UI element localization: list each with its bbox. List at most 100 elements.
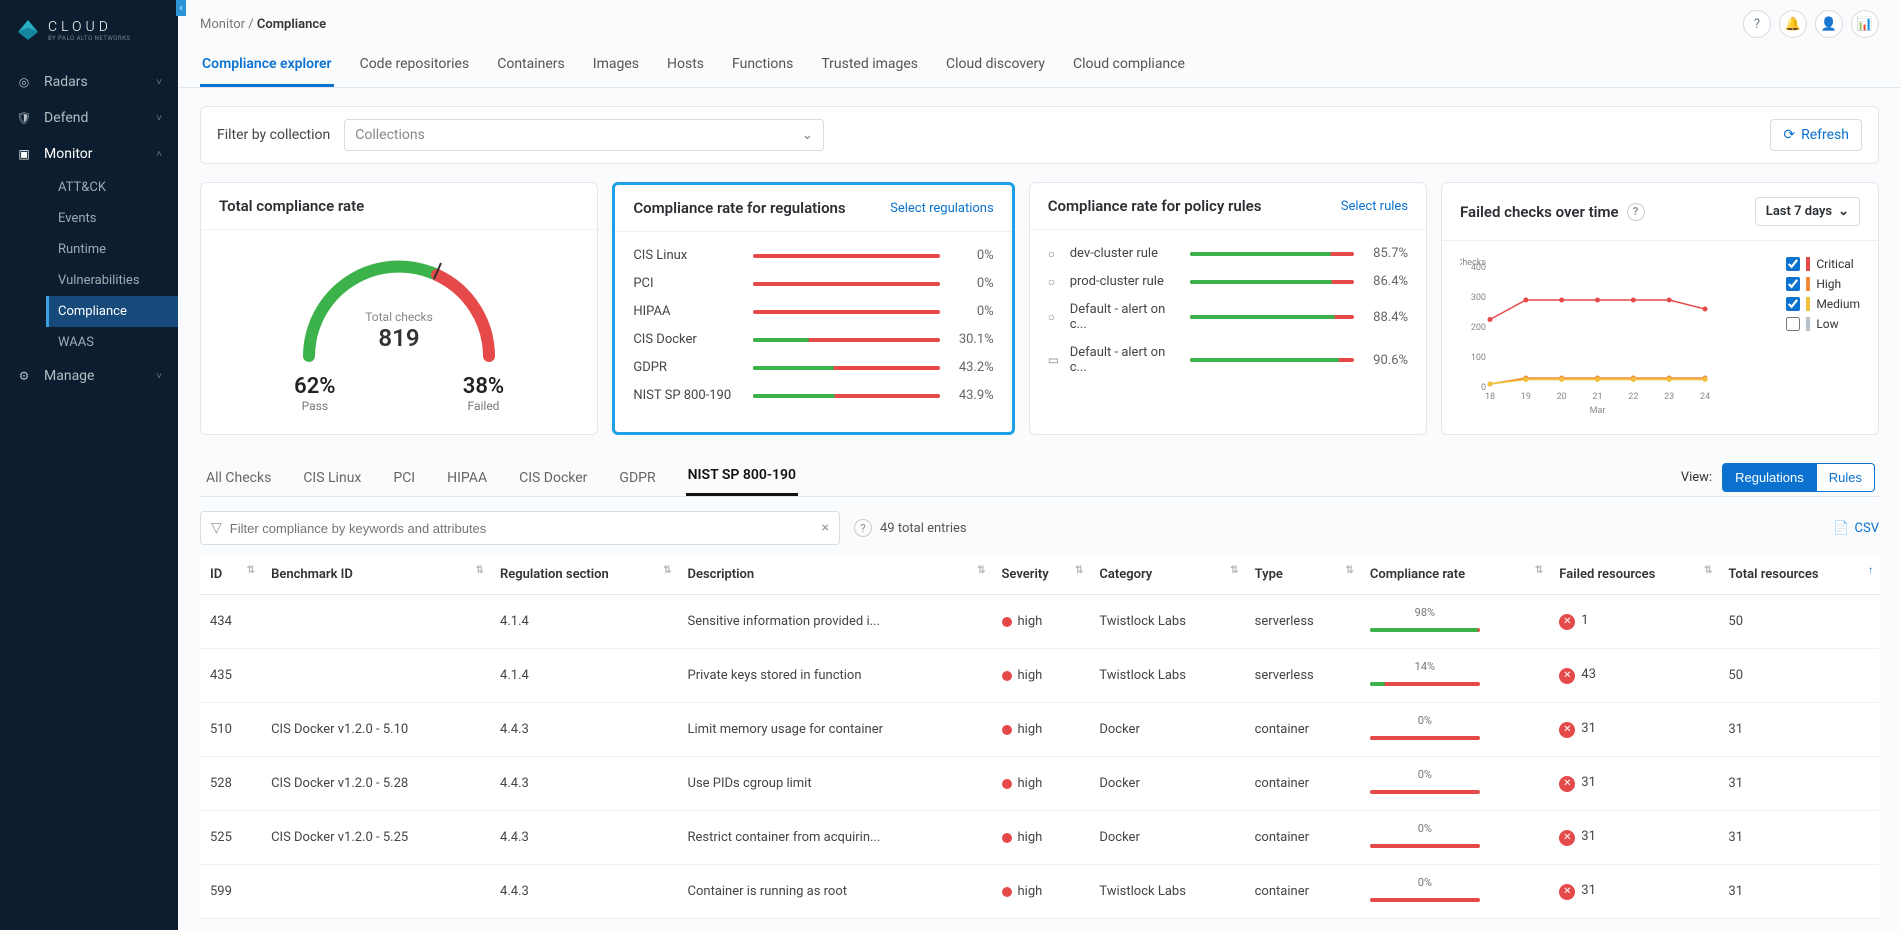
sidebar-subitem-waas[interactable]: WAAS xyxy=(46,327,178,358)
legend-item-critical[interactable]: Critical xyxy=(1786,257,1860,271)
range-select[interactable]: Last 7 days ⌄ xyxy=(1755,197,1860,226)
legend-checkbox[interactable] xyxy=(1786,297,1800,311)
help-icon[interactable]: ? xyxy=(1627,203,1645,221)
tab-functions[interactable]: Functions xyxy=(730,50,795,87)
tab-trusted-images[interactable]: Trusted images xyxy=(819,50,920,87)
table-row[interactable]: 435 4.1.4 Private keys stored in functio… xyxy=(200,649,1879,703)
clear-icon[interactable]: × xyxy=(822,520,829,536)
bar-row[interactable]: CIS Docker 30.1% xyxy=(633,332,993,347)
table-row[interactable]: 528 CIS Docker v1.2.0 - 5.28 4.4.3 Use P… xyxy=(200,757,1879,811)
select-rules-link[interactable]: Select rules xyxy=(1341,199,1408,214)
bar-row[interactable]: HIPAA 0% xyxy=(633,304,993,319)
sidebar-subitem-vulnerabilities[interactable]: Vulnerabilities xyxy=(46,265,178,296)
tab-code-repositories[interactable]: Code repositories xyxy=(358,50,472,87)
sidebar-subitem-att-ck[interactable]: ATT&CK xyxy=(46,172,178,203)
collections-select[interactable]: Collections ⌄ xyxy=(344,119,824,151)
legend-item-high[interactable]: High xyxy=(1786,277,1860,291)
subtab-all-checks[interactable]: All Checks xyxy=(204,460,273,496)
export-csv-button[interactable]: 📄 CSV xyxy=(1833,521,1879,536)
sidebar-item-monitor[interactable]: ▣Monitor˄ xyxy=(0,136,178,172)
sidebar-item-defend[interactable]: 🛡Defend˅ xyxy=(0,100,178,136)
bar xyxy=(1190,280,1354,284)
col-regulation-section[interactable]: Regulation section⇅ xyxy=(490,555,677,595)
col-type[interactable]: Type⇅ xyxy=(1245,555,1360,595)
view-regulations-button[interactable]: Regulations xyxy=(1722,463,1817,492)
col-id[interactable]: ID⇅ xyxy=(200,555,261,595)
filter-box[interactable]: ▽ × xyxy=(200,511,840,545)
subtab-gdpr[interactable]: GDPR xyxy=(617,460,657,496)
col-total-resources[interactable]: Total resources↑ xyxy=(1718,555,1879,595)
subtab-cis-docker[interactable]: CIS Docker xyxy=(517,460,589,496)
sort-icon[interactable]: ⇅ xyxy=(663,567,671,574)
table-row[interactable]: 599 4.4.3 Container is running as root h… xyxy=(200,865,1879,919)
subtab-nist-sp-800-190[interactable]: NIST SP 800-190 xyxy=(686,457,798,496)
filter-input[interactable] xyxy=(230,521,814,536)
bar-row[interactable]: ○prod-cluster rule 86.4% xyxy=(1048,274,1408,289)
legend-checkbox[interactable] xyxy=(1786,257,1800,271)
view-rules-button[interactable]: Rules xyxy=(1817,463,1875,492)
pass-pct: 62% xyxy=(294,374,335,399)
col-description[interactable]: Description⇅ xyxy=(678,555,992,595)
col-category[interactable]: Category⇅ xyxy=(1089,555,1244,595)
col-severity[interactable]: Severity⇅ xyxy=(992,555,1090,595)
col-benchmark-id[interactable]: Benchmark ID⇅ xyxy=(261,555,490,595)
svg-text:24: 24 xyxy=(1700,392,1710,402)
filter-row: Filter by collection Collections ⌄ ⟳ Ref… xyxy=(200,106,1879,164)
sidebar-subitem-runtime[interactable]: Runtime xyxy=(46,234,178,265)
legend-checkbox[interactable] xyxy=(1786,317,1800,331)
tab-hosts[interactable]: Hosts xyxy=(665,50,706,87)
bar-row[interactable]: NIST SP 800-190 43.9% xyxy=(633,388,993,403)
sort-icon[interactable]: ⇅ xyxy=(1230,567,1238,574)
user-icon[interactable]: 👤 xyxy=(1815,10,1843,38)
compliance-table: ID⇅Benchmark ID⇅Regulation section⇅Descr… xyxy=(200,555,1879,919)
legend-checkbox[interactable] xyxy=(1786,277,1800,291)
sidebar-subitem-compliance[interactable]: Compliance xyxy=(46,296,178,327)
card-title: Compliance rate for policy rules xyxy=(1048,197,1262,215)
sort-icon[interactable]: ⇅ xyxy=(1345,567,1353,574)
col-failed-resources[interactable]: Failed resources⇅ xyxy=(1549,555,1718,595)
chart-icon[interactable]: 📊 xyxy=(1851,10,1879,38)
sort-icon[interactable]: ⇅ xyxy=(1704,567,1712,574)
refresh-icon: ⟳ xyxy=(1783,127,1795,143)
table-row[interactable]: 434 4.1.4 Sensitive information provided… xyxy=(200,595,1879,649)
select-regulations-link[interactable]: Select regulations xyxy=(890,201,994,216)
sort-icon[interactable]: ⇅ xyxy=(977,567,985,574)
sidebar-collapse-button[interactable]: ‹ xyxy=(176,0,186,16)
chevron-down-icon: ˅ xyxy=(156,113,162,124)
bell-icon[interactable]: 🔔 xyxy=(1779,10,1807,38)
legend-item-medium[interactable]: Medium xyxy=(1786,297,1860,311)
subtab-cis-linux[interactable]: CIS Linux xyxy=(301,460,363,496)
tab-cloud-discovery[interactable]: Cloud discovery xyxy=(944,50,1047,87)
bar xyxy=(753,310,939,314)
subtab-hipaa[interactable]: HIPAA xyxy=(445,460,489,496)
tab-cloud-compliance[interactable]: Cloud compliance xyxy=(1071,50,1187,87)
col-compliance-rate[interactable]: Compliance rate⇅ xyxy=(1360,555,1549,595)
legend-item-low[interactable]: Low xyxy=(1786,317,1860,331)
sort-icon[interactable]: ↑ xyxy=(1868,567,1873,574)
table-row[interactable]: 525 CIS Docker v1.2.0 - 5.25 4.4.3 Restr… xyxy=(200,811,1879,865)
sidebar-subitem-events[interactable]: Events xyxy=(46,203,178,234)
tab-images[interactable]: Images xyxy=(591,50,641,87)
tab-containers[interactable]: Containers xyxy=(495,50,567,87)
fail-pct: 38% xyxy=(463,374,504,399)
bar-row[interactable]: GDPR 43.2% xyxy=(633,360,993,375)
sidebar-item-manage[interactable]: ⚙Manage˅ xyxy=(0,358,178,394)
sort-icon[interactable]: ⇅ xyxy=(476,567,484,574)
filter-label: Filter by collection xyxy=(217,127,330,143)
bar-row[interactable]: ▭Default - alert on c... 90.6% xyxy=(1048,345,1408,375)
help-icon[interactable]: ? xyxy=(854,519,872,537)
tab-compliance-explorer[interactable]: Compliance explorer xyxy=(200,50,334,87)
bar-row[interactable]: ○dev-cluster rule 85.7% xyxy=(1048,246,1408,261)
subtab-pci[interactable]: PCI xyxy=(391,460,417,496)
sort-icon[interactable]: ⇅ xyxy=(247,567,255,574)
help-icon[interactable]: ? xyxy=(1743,10,1771,38)
sort-icon[interactable]: ⇅ xyxy=(1075,567,1083,574)
table-row[interactable]: 510 CIS Docker v1.2.0 - 5.10 4.4.3 Limit… xyxy=(200,703,1879,757)
refresh-button[interactable]: ⟳ Refresh xyxy=(1770,119,1862,151)
bar-row[interactable]: PCI 0% xyxy=(633,276,993,291)
bar-row[interactable]: CIS Linux 0% xyxy=(633,248,993,263)
bar-row[interactable]: ○Default - alert on c... 88.4% xyxy=(1048,302,1408,332)
breadcrumb-parent[interactable]: Monitor xyxy=(200,17,245,32)
sidebar-item-radars[interactable]: ◎Radars˅ xyxy=(0,64,178,100)
sort-icon[interactable]: ⇅ xyxy=(1535,567,1543,574)
